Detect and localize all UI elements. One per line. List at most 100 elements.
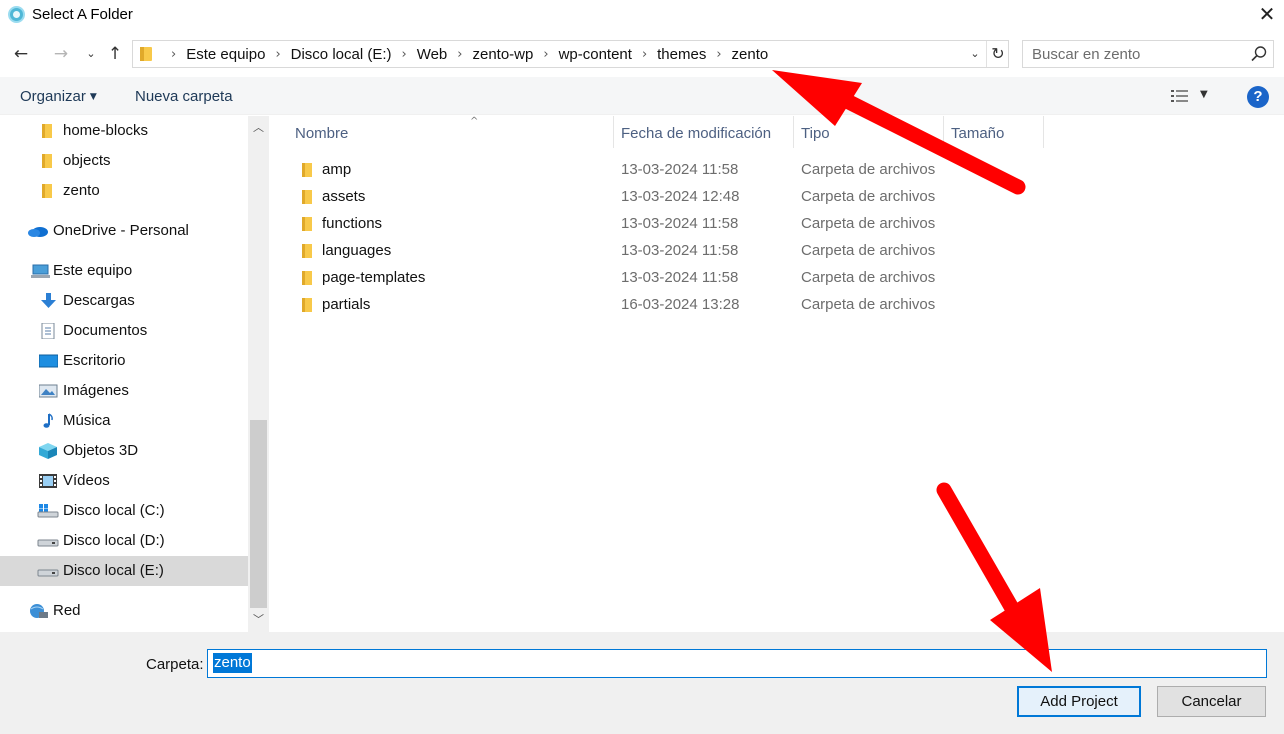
table-row[interactable]: assets 13-03-2024 12:48 Carpeta de archi… (270, 184, 1284, 211)
view-options-icon[interactable] (1170, 88, 1190, 104)
tree-item-zento[interactable]: zento (0, 176, 248, 206)
tree-item-documents[interactable]: Documentos (0, 316, 248, 346)
title-bar: Select A Folder ✕ (0, 0, 1284, 30)
tree-scrollbar[interactable]: ︿ ﹀ (248, 116, 269, 632)
folder-icon (42, 124, 52, 138)
chevron-right-icon[interactable]: › (642, 47, 647, 62)
chevron-right-icon[interactable]: › (543, 47, 548, 62)
breadcrumb-item[interactable]: themes (657, 46, 706, 63)
tree-item-onedrive[interactable]: OneDrive - Personal (0, 216, 248, 246)
chevron-down-icon[interactable]: ﹀ (248, 610, 269, 630)
tree-item-drive-d[interactable]: Disco local (D:) (0, 526, 248, 556)
tree-item-label: Imágenes (63, 382, 129, 399)
column-divider[interactable] (943, 116, 944, 148)
tree-item-label: Objetos 3D (63, 442, 139, 459)
folder-icon (42, 184, 52, 198)
chevron-right-icon[interactable]: › (171, 47, 176, 62)
tree-item-label: Disco local (D:) (63, 532, 165, 549)
chevron-right-icon[interactable]: › (716, 47, 721, 62)
arrow-right-icon[interactable]: → (50, 42, 72, 66)
organize-label: Organizar (20, 88, 86, 105)
arrow-up-icon[interactable]: ↑ (104, 42, 126, 66)
tree-item-home-blocks[interactable]: home-blocks (0, 116, 248, 146)
scrollbar-thumb[interactable] (250, 420, 267, 608)
tree-item-label: Escritorio (63, 352, 126, 369)
table-row[interactable]: languages 13-03-2024 11:58 Carpeta de ar… (270, 238, 1284, 265)
column-divider[interactable] (613, 116, 614, 148)
folder-name-value: zento (213, 653, 252, 673)
file-modified: 13-03-2024 11:58 (621, 269, 739, 286)
chevron-right-icon[interactable]: › (402, 47, 407, 62)
folder-icon (302, 271, 312, 285)
organize-menu-button[interactable]: Organizar ▼ (20, 88, 97, 105)
table-row[interactable]: partials 16-03-2024 13:28 Carpeta de arc… (270, 292, 1284, 319)
table-row[interactable]: functions 13-03-2024 11:58 Carpeta de ar… (270, 211, 1284, 238)
help-icon[interactable]: ? (1247, 86, 1269, 108)
drive-icon (37, 569, 59, 577)
breadcrumb-item[interactable]: Web (417, 46, 448, 63)
chevron-up-icon[interactable]: ︿ (248, 118, 269, 138)
folder-icon (302, 244, 312, 258)
table-row[interactable]: page-templates 13-03-2024 11:58 Carpeta … (270, 265, 1284, 292)
column-header-modified[interactable]: Fecha de modificación (621, 116, 771, 148)
chevron-down-icon[interactable]: ⌄ (80, 42, 102, 66)
sort-ascending-icon: ^ (470, 116, 479, 127)
column-header-type[interactable]: Tipo (801, 116, 830, 148)
breadcrumb-item[interactable]: Este equipo (186, 46, 265, 63)
table-row[interactable]: amp 13-03-2024 11:58 Carpeta de archivos (270, 157, 1284, 184)
tree-item-music[interactable]: Música (0, 406, 248, 436)
breadcrumb-item[interactable]: zento-wp (472, 46, 533, 63)
file-type: Carpeta de archivos (801, 215, 936, 232)
tree-item-objects[interactable]: objects (0, 146, 248, 176)
tree-item-videos[interactable]: Vídeos (0, 466, 248, 496)
tree-item-3d-objects[interactable]: Objetos 3D (0, 436, 248, 466)
column-header-size[interactable]: Tamaño (951, 116, 1004, 148)
file-name: assets (322, 188, 366, 205)
breadcrumb-item[interactable]: wp-content (559, 46, 632, 63)
command-bar: Organizar ▼ Nueva carpeta ▼ (0, 77, 1284, 115)
tree-item-label: Vídeos (63, 472, 110, 489)
tree-item-desktop[interactable]: Escritorio (0, 346, 248, 376)
caret-down-icon[interactable]: ▼ (1200, 89, 1208, 100)
close-icon[interactable]: ✕ (1250, 0, 1284, 30)
address-bar[interactable]: › Este equipo › Disco local (E:) › Web ›… (132, 40, 1009, 68)
tree-item-drive-e[interactable]: Disco local (E:) (0, 556, 248, 586)
arrow-left-icon[interactable]: ← (10, 42, 32, 66)
chevron-down-icon[interactable]: ⌄ (965, 44, 985, 64)
refresh-icon[interactable]: ↻ (986, 41, 1009, 67)
column-divider[interactable] (1043, 116, 1044, 148)
tree-item-downloads[interactable]: Descargas (0, 286, 248, 316)
tree-item-label: Disco local (C:) (63, 502, 165, 519)
tree-item-this-pc[interactable]: Este equipo (0, 256, 248, 286)
file-name: page-templates (322, 269, 426, 286)
tree-item-network[interactable]: Red (0, 596, 248, 626)
column-divider[interactable] (793, 116, 794, 148)
folder-icon (302, 298, 312, 312)
chevron-right-icon[interactable]: › (275, 47, 280, 62)
breadcrumb-item[interactable]: zento (732, 46, 769, 63)
onedrive-icon (28, 227, 48, 237)
file-name: functions (322, 215, 383, 232)
music-icon (43, 413, 53, 428)
search-input[interactable]: Buscar en zento (1022, 40, 1274, 68)
file-type: Carpeta de archivos (801, 269, 936, 286)
tree-item-pictures[interactable]: Imágenes (0, 376, 248, 406)
column-header-name[interactable]: Nombre ^ (295, 116, 613, 148)
tree-item-drive-c[interactable]: Disco local (C:) (0, 496, 248, 526)
folder-field-label: Carpeta: (146, 656, 204, 673)
add-project-button[interactable]: Add Project (1017, 686, 1141, 717)
file-modified: 13-03-2024 12:48 (621, 188, 740, 205)
file-list: Nombre ^ Fecha de modificación Tipo Tama… (270, 116, 1284, 632)
cancel-button[interactable]: Cancelar (1157, 686, 1266, 717)
folder-icon (140, 47, 152, 61)
chevron-right-icon[interactable]: › (457, 47, 462, 62)
folder-name-input[interactable] (207, 649, 1267, 678)
column-header-label: Nombre (295, 125, 349, 142)
tree-item-label: OneDrive - Personal (53, 222, 189, 239)
new-folder-button[interactable]: Nueva carpeta (135, 88, 233, 105)
navigation-bar: ← → ⌄ ↑ › Este equipo › Disco local (E:)… (0, 36, 1284, 72)
file-type: Carpeta de archivos (801, 296, 936, 313)
breadcrumb-item[interactable]: Disco local (E:) (291, 46, 392, 63)
breadcrumb: › Este equipo › Disco local (E:) › Web ›… (161, 41, 768, 67)
search-icon[interactable] (1249, 44, 1269, 64)
